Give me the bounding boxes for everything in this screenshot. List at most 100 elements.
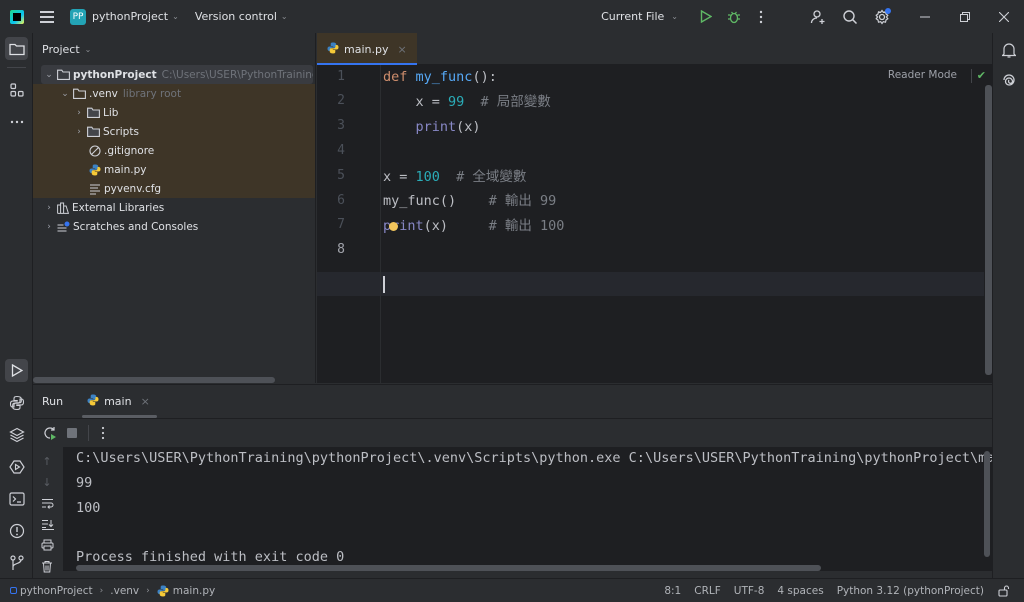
layers-tool-button[interactable] bbox=[5, 423, 28, 446]
up-arrow-icon[interactable]: ↑ bbox=[40, 454, 54, 468]
main-menu-icon[interactable] bbox=[40, 10, 54, 23]
chevron-down-icon[interactable]: ⌄ bbox=[59, 89, 71, 99]
tree-item-scripts[interactable]: › Scripts bbox=[33, 122, 315, 141]
add-user-icon bbox=[810, 9, 825, 24]
tree-item-external-libraries[interactable]: › External Libraries bbox=[33, 198, 315, 217]
search-everywhere-button[interactable] bbox=[834, 0, 866, 33]
minimize-button[interactable] bbox=[904, 0, 946, 33]
chevron-right-icon[interactable]: › bbox=[43, 203, 55, 213]
caret-position[interactable]: 8:1 bbox=[664, 585, 681, 597]
close-tab-icon[interactable]: × bbox=[397, 43, 406, 56]
tree-item-main-py[interactable]: main.py bbox=[33, 160, 315, 179]
intention-bulb-icon[interactable] bbox=[389, 222, 398, 231]
chevron-right-icon[interactable]: › bbox=[73, 108, 85, 118]
python-packages-tool-button[interactable] bbox=[5, 391, 28, 414]
chevron-right-icon[interactable]: › bbox=[43, 222, 55, 232]
tree-item-pythonproject[interactable]: ⌄ pythonProject C:\Users\USER\PythonTrai… bbox=[41, 65, 313, 84]
services-icon bbox=[8, 459, 25, 474]
problems-tool-button[interactable] bbox=[5, 519, 28, 542]
console-vertical-scrollbar[interactable] bbox=[984, 451, 990, 557]
chevron-down-icon[interactable]: ⌄ bbox=[43, 70, 55, 80]
line-number: 8 bbox=[337, 242, 345, 257]
breadcrumb-project[interactable]: pythonProject bbox=[20, 585, 93, 597]
run-tool-button[interactable] bbox=[5, 359, 28, 382]
project-horizontal-scrollbar[interactable] bbox=[33, 377, 275, 383]
more-vertical-icon bbox=[759, 10, 763, 23]
project-panel-header[interactable]: Project ⌄ bbox=[33, 33, 315, 65]
down-arrow-icon[interactable]: ↓ bbox=[40, 475, 54, 489]
debug-button[interactable] bbox=[720, 0, 748, 33]
rerun-button[interactable] bbox=[42, 425, 58, 441]
scroll-to-end-icon[interactable] bbox=[40, 517, 54, 531]
console-output[interactable]: C:\Users\USER\PythonTraining\pythonProje… bbox=[63, 447, 992, 571]
services-tool-button[interactable] bbox=[5, 455, 28, 478]
notifications-button[interactable] bbox=[1000, 41, 1018, 59]
code-line-2: x = 99 # 局部變數 bbox=[383, 94, 551, 110]
close-tab-icon[interactable]: × bbox=[141, 395, 150, 408]
line-number: 6 bbox=[337, 193, 345, 208]
tree-item-scratches[interactable]: › Scratches and Consoles bbox=[33, 217, 315, 236]
terminal-icon bbox=[8, 491, 25, 506]
git-tool-button[interactable] bbox=[5, 551, 28, 574]
more-actions-button[interactable] bbox=[748, 0, 774, 33]
tree-item-pyvenv-cfg[interactable]: pyvenv.cfg bbox=[33, 179, 315, 198]
console-line: Process finished with exit code 0 bbox=[76, 549, 345, 565]
project-badge[interactable]: PP bbox=[70, 8, 86, 25]
project-tool-button[interactable] bbox=[5, 37, 28, 60]
more-tool-windows-button[interactable] bbox=[5, 110, 28, 133]
folder-icon bbox=[73, 88, 86, 99]
interpreter-selector[interactable]: Python 3.12 (pythonProject) bbox=[837, 585, 984, 597]
text-file-icon bbox=[89, 183, 101, 195]
editor-vertical-scrollbar[interactable] bbox=[985, 85, 992, 375]
ide-window: PP pythonProject ⌄ Version control ⌄ Cur… bbox=[0, 0, 1024, 602]
terminal-tool-button[interactable] bbox=[5, 487, 28, 510]
version-control-menu[interactable]: Version control bbox=[195, 10, 277, 23]
stop-icon bbox=[67, 427, 77, 438]
run-config-selector[interactable]: Current File bbox=[601, 10, 664, 23]
current-line-highlight bbox=[317, 272, 984, 296]
soft-wrap-icon[interactable] bbox=[40, 496, 54, 510]
chevron-down-icon: ⌄ bbox=[172, 12, 179, 21]
project-panel: Project ⌄ ⌄ pythonProject C:\Users\USER\… bbox=[33, 33, 316, 383]
print-icon[interactable] bbox=[40, 538, 54, 552]
read-only-lock-icon[interactable] bbox=[998, 585, 1010, 597]
editor-panel: main.py × 1 2 3 4 5 6 7 8 def my_func():… bbox=[317, 33, 992, 383]
indent-selector[interactable]: 4 spaces bbox=[777, 585, 823, 597]
project-selector[interactable]: pythonProject bbox=[92, 10, 168, 23]
reader-mode-toggle[interactable]: Reader Mode bbox=[888, 69, 957, 81]
restore-button[interactable] bbox=[946, 0, 984, 33]
run-tab-main[interactable]: main × bbox=[82, 385, 157, 418]
title-bar: PP pythonProject ⌄ Version control ⌄ Cur… bbox=[0, 0, 1024, 33]
run-button[interactable] bbox=[692, 0, 720, 33]
line-number: 5 bbox=[337, 168, 345, 183]
tree-item-lib[interactable]: › Lib bbox=[33, 103, 315, 122]
settings-button[interactable] bbox=[866, 0, 898, 33]
no-problems-check-icon[interactable]: ✔ bbox=[977, 69, 986, 82]
structure-tool-button[interactable] bbox=[5, 78, 28, 101]
code-area[interactable]: 1 2 3 4 5 6 7 8 def my_func(): x = 99 # … bbox=[317, 65, 992, 383]
module-icon bbox=[10, 587, 17, 594]
tree-item-venv[interactable]: ⌄ .venv library root bbox=[33, 84, 315, 103]
breadcrumb-venv[interactable]: .venv bbox=[110, 585, 139, 597]
code-line-8 bbox=[383, 272, 385, 296]
tree-item-gitignore[interactable]: .gitignore bbox=[33, 141, 315, 160]
trash-icon[interactable] bbox=[40, 559, 54, 573]
line-ending-selector[interactable]: CRLF bbox=[694, 585, 721, 597]
more-horizontal-icon bbox=[10, 120, 23, 123]
breadcrumb-file[interactable]: main.py bbox=[173, 585, 215, 597]
chevron-right-icon: › bbox=[146, 585, 150, 596]
play-icon bbox=[11, 364, 23, 377]
chevron-right-icon[interactable]: › bbox=[73, 127, 85, 137]
line-number: 4 bbox=[337, 143, 345, 158]
code-with-me-button[interactable] bbox=[802, 0, 834, 33]
library-icon bbox=[57, 202, 69, 214]
console-horizontal-scrollbar[interactable] bbox=[76, 565, 821, 571]
close-window-button[interactable] bbox=[984, 0, 1024, 33]
more-options-button[interactable] bbox=[95, 425, 111, 441]
ai-assistant-button[interactable] bbox=[1000, 71, 1018, 89]
run-toolbar bbox=[33, 418, 992, 446]
encoding-selector[interactable]: UTF-8 bbox=[734, 585, 765, 597]
stop-button[interactable] bbox=[64, 425, 80, 441]
update-badge bbox=[885, 8, 891, 14]
tab-main-py[interactable]: main.py × bbox=[317, 33, 417, 66]
